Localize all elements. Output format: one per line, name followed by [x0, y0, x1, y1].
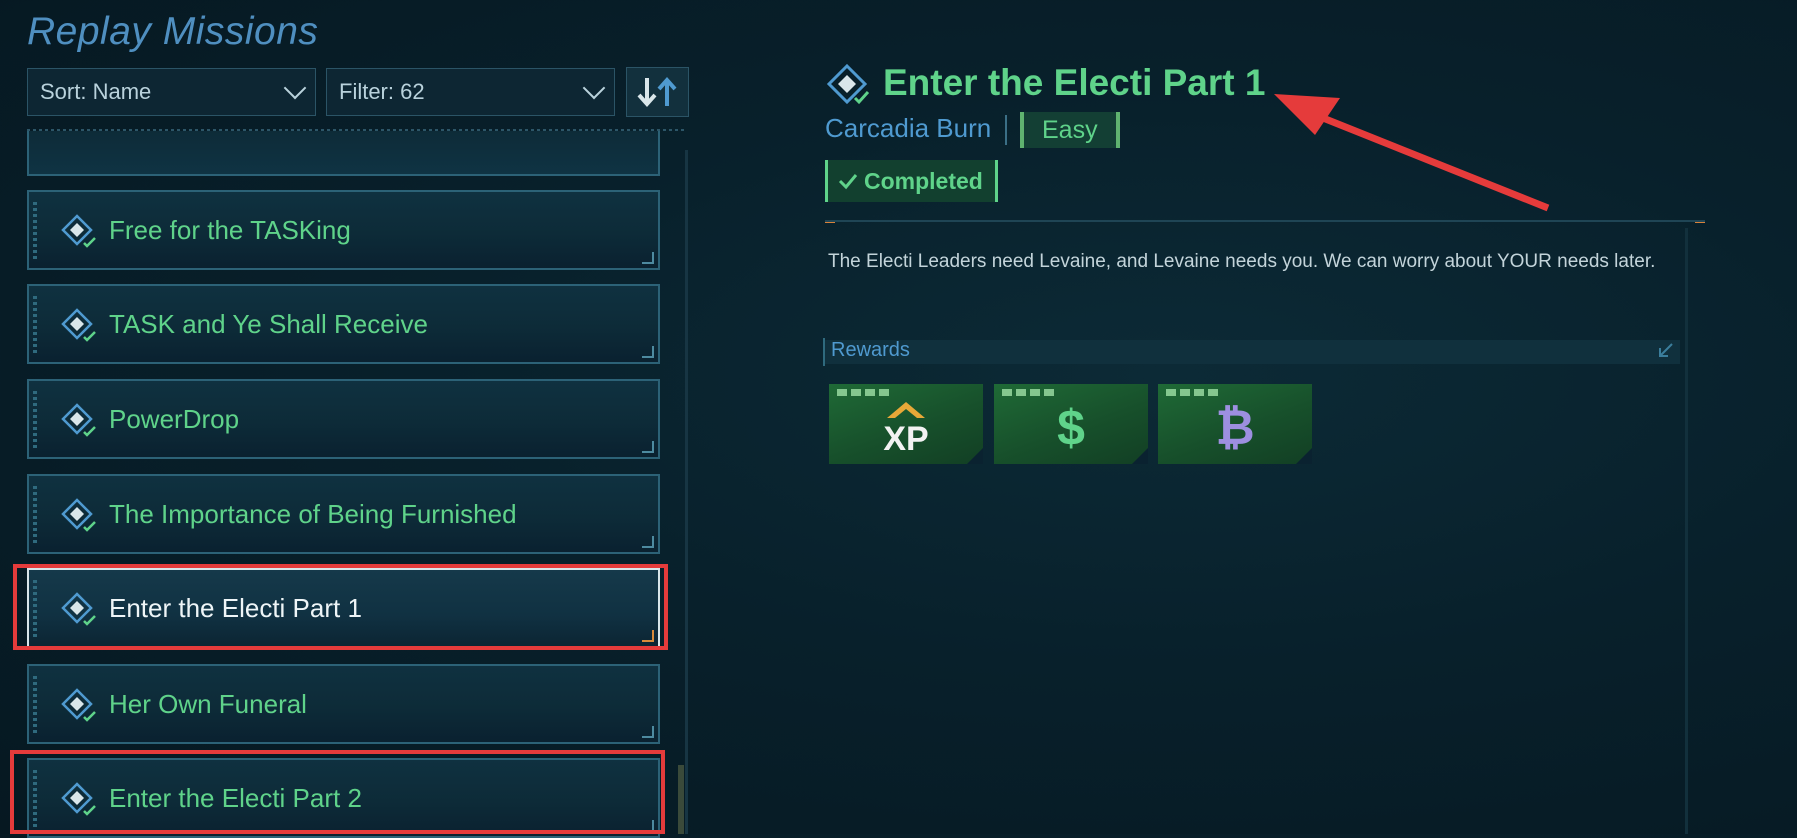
annotation-box [10, 750, 665, 834]
completed-badge: Completed [825, 160, 998, 202]
annotation-arrow [1274, 94, 1550, 212]
chevron-down-icon [582, 76, 606, 100]
mission-location: Carcadia Burn [825, 113, 992, 143]
mission-name: TASK and Ye Shall Receive [109, 308, 428, 339]
mission-list-item[interactable]: TASK and Ye Shall Receive [27, 284, 660, 364]
mission-diamond-icon [61, 498, 96, 532]
xp-icon: XP [829, 396, 983, 460]
check-icon [838, 174, 858, 190]
mission-name: Her Own Funeral [109, 688, 307, 719]
item-edge [33, 486, 37, 544]
cred-alt-icon: ₿ [1158, 396, 1312, 460]
item-corner [642, 252, 654, 264]
credits-text: $ [1057, 400, 1085, 456]
mission-diamond-icon [827, 64, 870, 105]
mission-description: The Electi Leaders need Levaine, and Lev… [828, 251, 1656, 272]
filter-dropdown[interactable]: Filter: 62 [326, 68, 615, 116]
sort-dropdown[interactable]: Sort: Name [27, 68, 316, 116]
mission-list-item[interactable]: PowerDrop [27, 379, 660, 459]
xp-text: XP [883, 420, 928, 458]
reward-xp[interactable]: XP [829, 384, 983, 464]
detail-scrollbar[interactable] [1685, 228, 1688, 834]
mission-diamond-icon [61, 214, 96, 248]
mission-diamond-icon [61, 308, 96, 342]
mission-title: Enter the Electi Part 1 [883, 62, 1266, 103]
list-item-partial[interactable] [27, 131, 660, 176]
mission-list-item[interactable]: Her Own Funeral [27, 664, 660, 744]
difficulty-badge: Easy [1020, 112, 1120, 148]
item-corner [642, 346, 654, 358]
sort-label: Sort: Name [40, 79, 152, 104]
rewards-label: Rewards [831, 339, 910, 361]
item-edge [33, 391, 37, 449]
annotation-box [13, 564, 668, 650]
cred-alt-text: ₿ [1215, 401, 1255, 455]
mission-name: The Importance of Being Furnished [109, 498, 517, 529]
separator [1005, 115, 1007, 145]
scrollbar-track[interactable] [685, 150, 688, 834]
mission-name: PowerDrop [109, 403, 240, 434]
mission-diamond-icon [61, 403, 96, 437]
page-title: Replay Missions [27, 10, 319, 53]
completed-label: Completed [864, 167, 983, 194]
filter-label: Filter: 62 [339, 79, 425, 104]
credits-icon: $ [994, 396, 1148, 460]
item-edge [33, 676, 37, 734]
item-edge [33, 296, 37, 354]
mission-list-item[interactable]: The Importance of Being Furnished [27, 474, 660, 554]
mission-diamond-icon [61, 688, 96, 722]
rewards-header-bar [825, 340, 1680, 364]
item-corner [642, 536, 654, 548]
chevron-down-icon [283, 76, 307, 100]
sort-direction-button[interactable] [626, 67, 689, 117]
mission-list-item[interactable]: Free for the TASKing [27, 190, 660, 270]
mission-name: Free for the TASKing [109, 214, 351, 245]
item-corner [642, 441, 654, 453]
item-edge [33, 202, 37, 260]
collapse-icon[interactable] [1656, 342, 1674, 360]
divider [825, 220, 1705, 222]
scrollbar-thumb[interactable] [678, 765, 684, 834]
item-corner [642, 726, 654, 738]
reward-credits[interactable]: $ [994, 384, 1148, 464]
rewards-header-tick [823, 338, 825, 366]
sort-arrows-icon [637, 76, 676, 108]
reward-currency-alt[interactable]: ₿ [1158, 384, 1312, 464]
